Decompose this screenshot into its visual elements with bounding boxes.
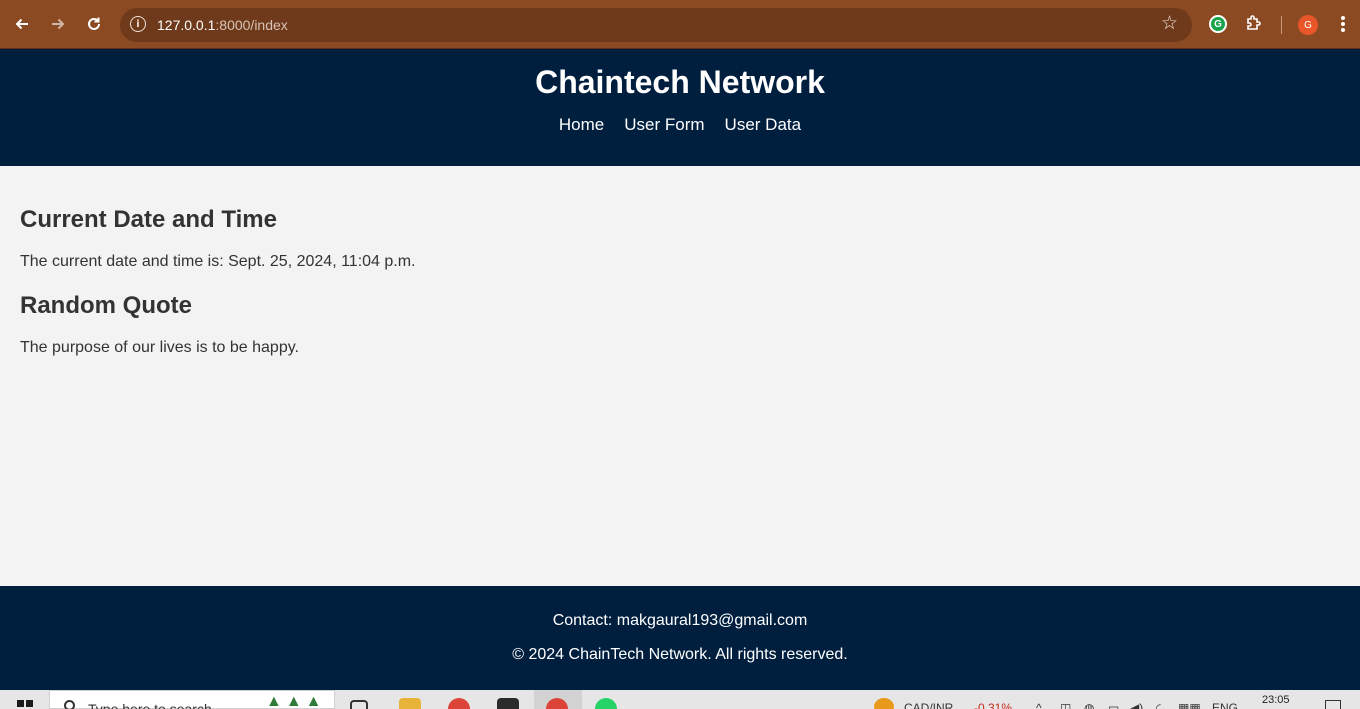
tray-volume-icon[interactable]: ◀)	[1130, 701, 1143, 709]
site-info-icon[interactable]: i	[130, 16, 146, 32]
search-icon	[64, 700, 75, 709]
reload-icon	[88, 17, 100, 30]
currency-change: -0.31%	[974, 701, 1013, 709]
site-header: Chaintech Network Home User Form User Da…	[0, 49, 1360, 166]
windows-start-icon[interactable]	[17, 700, 33, 709]
os-taskbar: Type here to search ▲▲▲ CAD/INR -0.31% ^…	[0, 690, 1360, 709]
footer-copyright: © 2024 ChainTech Network. All rights res…	[512, 646, 848, 663]
site-title: Chaintech Network	[535, 64, 825, 100]
currency-pair: CAD/INR	[904, 701, 954, 709]
taskbar-search-placeholder: Type here to search	[88, 701, 212, 709]
search-highlight-trees-icon: ▲▲▲	[266, 693, 326, 709]
taskbar-search-input[interactable]: Type here to search ▲▲▲	[49, 690, 335, 709]
site-nav: Home User Form User Data	[0, 115, 1360, 135]
nav-link-user-data[interactable]: User Data	[725, 115, 802, 135]
grammarly-extension-icon[interactable]: G	[1209, 15, 1227, 33]
address-url[interactable]: 127.0.0.1:8000/index	[157, 17, 288, 33]
tray-network-icon[interactable]: ◫	[1060, 701, 1071, 709]
terminal-app-icon[interactable]	[497, 698, 519, 709]
forward-button[interactable]	[45, 11, 71, 37]
tray-keyboard-icon[interactable]: ▦▦	[1178, 701, 1201, 709]
nav-link-user-form[interactable]: User Form	[624, 115, 704, 135]
bookmark-star-icon[interactable]: ☆	[1161, 14, 1178, 33]
site-footer: Contact: makgaural193@gmail.com © 2024 C…	[0, 586, 1360, 690]
taskbar-clock[interactable]: 23:05	[1262, 694, 1290, 706]
tray-globe-icon[interactable]: ◍	[1084, 701, 1094, 709]
url-host: 127.0.0.1	[157, 17, 216, 33]
nav-link-home[interactable]: Home	[559, 115, 604, 135]
address-bar[interactable]: i 127.0.0.1:8000/index ☆	[120, 8, 1192, 42]
tray-display-icon[interactable]: ▭	[1108, 701, 1119, 709]
url-path: :8000/index	[215, 17, 288, 33]
task-view-icon[interactable]	[350, 700, 368, 709]
browser-toolbar: i 127.0.0.1:8000/index ☆ G G	[0, 0, 1360, 49]
footer-contact: Contact: makgaural193@gmail.com	[552, 612, 808, 629]
browser-menu-icon[interactable]	[1336, 13, 1350, 35]
quote-heading: Random Quote	[20, 292, 192, 319]
notification-center-icon[interactable]	[1325, 700, 1341, 709]
file-explorer-icon[interactable]	[399, 698, 421, 709]
arrow-right-icon	[52, 18, 65, 30]
whatsapp-app-icon[interactable]	[595, 698, 617, 709]
reload-button[interactable]	[81, 11, 107, 37]
toolbar-divider	[1281, 16, 1282, 34]
arrow-left-icon	[15, 18, 28, 30]
tray-chevron-icon[interactable]: ^	[1036, 701, 1042, 709]
datetime-text: The current date and time is: Sept. 25, …	[20, 253, 416, 270]
profile-avatar[interactable]: G	[1298, 15, 1318, 35]
tray-language[interactable]: ENG	[1212, 701, 1238, 709]
extensions-puzzle-icon[interactable]	[1244, 13, 1264, 33]
datetime-heading: Current Date and Time	[20, 206, 277, 233]
back-button[interactable]	[9, 11, 35, 37]
currency-widget-icon[interactable]	[874, 698, 894, 709]
chrome-app-icon[interactable]	[448, 698, 470, 709]
tray-wifi-icon[interactable]: ◜	[1156, 701, 1161, 709]
quote-text: The purpose of our lives is to be happy.	[20, 339, 299, 356]
